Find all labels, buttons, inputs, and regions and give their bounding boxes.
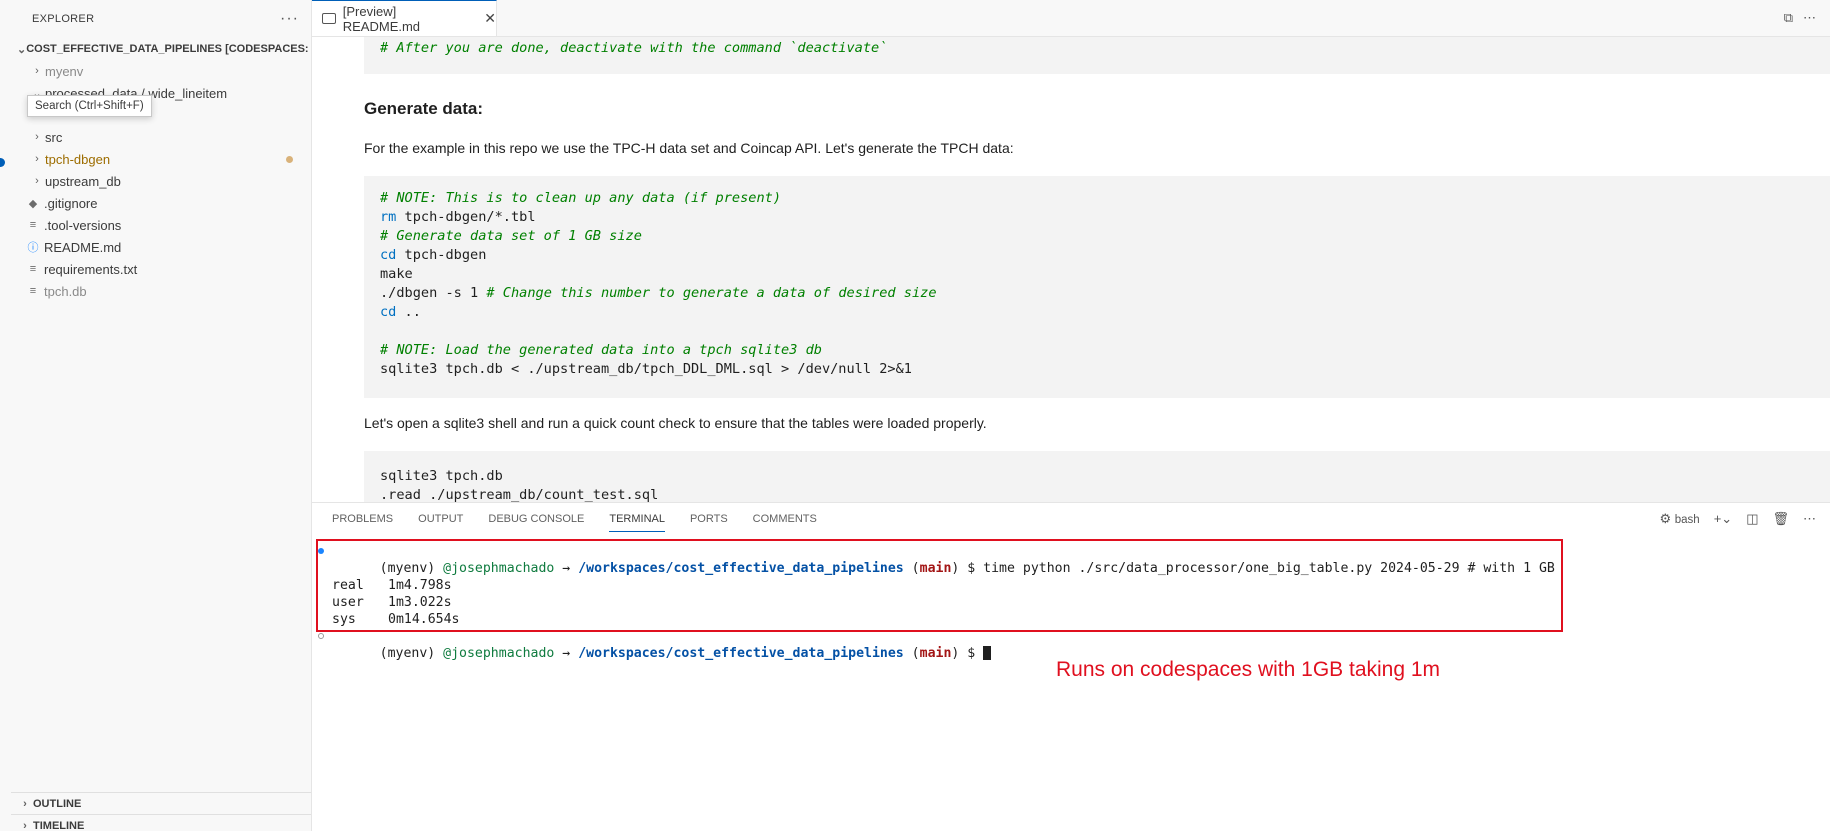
terminal-shell-selector[interactable]: ⚙ bash — [1659, 511, 1699, 527]
code-block-sqlite: sqlite3 tpch.db .read ./upstream_db/coun… — [364, 451, 1830, 502]
code-block-generate: # NOTE: This is to clean up any data (if… — [364, 176, 1830, 398]
open-source-icon[interactable]: ⧉ — [1784, 10, 1793, 26]
accounts-badge[interactable] — [0, 158, 5, 167]
editor-actions: ⧉ ⋯ — [1784, 10, 1816, 26]
chevron-right-icon: › — [35, 175, 39, 187]
code-line: # NOTE: Load the generated data into a t… — [380, 342, 822, 358]
editor-tab-bar: [Preview] README.md ✕ ⧉ ⋯ — [312, 0, 1830, 37]
code-line: cd tpch-dbgen — [380, 247, 487, 263]
file-lines-icon: ≡ — [29, 263, 37, 275]
tab-readme-preview[interactable]: [Preview] README.md ✕ — [312, 0, 497, 36]
info-icon: ⓘ — [27, 242, 39, 254]
chevron-right-icon: › — [35, 65, 39, 77]
git-icon: ◆ — [28, 197, 38, 210]
code-line: .read ./upstream_db/count_test.sql — [380, 487, 659, 502]
tree-item-label: tpch-dbgen — [45, 151, 111, 167]
section-heading: Generate data: — [364, 99, 484, 118]
tab-output[interactable]: OUTPUT — [418, 503, 463, 535]
tree-item-label: .gitignore — [44, 195, 98, 211]
tree-item-label: README.md — [44, 239, 122, 255]
trash-icon[interactable]: 🗑 — [1772, 511, 1789, 527]
prompt-symbol: $ — [967, 646, 976, 661]
tree-item-label: requirements.txt — [44, 261, 138, 277]
panel-tabs: PROBLEMS OUTPUT DEBUG CONSOLE TERMINAL P… — [312, 503, 1830, 535]
chevron-right-icon: › — [35, 131, 39, 143]
markdown-preview: # After you are done, deactivate with th… — [312, 37, 1830, 502]
code-line: # Generate data set of 1 GB size — [380, 228, 642, 244]
file-lines-icon: ≡ — [29, 219, 37, 231]
chevron-right-icon: › — [23, 797, 27, 810]
tree-item-label: .tool-versions — [44, 217, 122, 233]
code-line: make — [380, 266, 413, 282]
explorer-title: EXPLORER — [32, 13, 95, 25]
annotation-text: Runs on codespaces with 1GB taking 1m — [1056, 658, 1441, 681]
workspace-title[interactable]: ⌄ COST_EFFECTIVE_DATA_PIPELINES [CODESPA… — [11, 38, 311, 60]
tree-item-upstream-db[interactable]: › upstream_db — [11, 170, 311, 192]
tree-item-label: tpch.db — [44, 283, 87, 299]
highlight-box — [316, 539, 1563, 632]
branch-paren-open: ( — [911, 646, 920, 661]
terminal-icon: ⚙ — [1659, 511, 1672, 526]
code-line: sqlite3 tpch.db — [380, 468, 503, 484]
chevron-right-icon: › — [35, 153, 39, 165]
code-line: ./dbgen -s 1 # Change this number to gen… — [380, 285, 937, 301]
tab-debug-console[interactable]: DEBUG CONSOLE — [488, 503, 584, 535]
timeline-label: TIMELINE — [33, 819, 85, 832]
terminal-cursor — [983, 646, 992, 660]
tab-comments[interactable]: COMMENTS — [753, 503, 817, 535]
modified-indicator — [286, 156, 293, 163]
more-actions-icon[interactable]: ⋯ — [1803, 511, 1816, 527]
tree-item-tool-versions[interactable]: ≡ .tool-versions — [11, 214, 311, 236]
outline-label: OUTLINE — [33, 797, 82, 810]
add-terminal-icon[interactable]: +⌄ — [1714, 511, 1732, 527]
branch-label: main — [919, 646, 952, 661]
user-label: @josephmachado — [443, 646, 555, 661]
preview-icon — [322, 13, 336, 24]
panel-actions: ⚙ bash +⌄ ◫ 🗑 ⋯ — [1659, 511, 1816, 527]
code-line: rm tpch-dbgen/*.tbl — [380, 209, 536, 225]
explorer-sidebar: EXPLORER ··· ⌄ COST_EFFECTIVE_DATA_PIPEL… — [11, 0, 312, 832]
more-actions-icon[interactable]: ⋯ — [1803, 10, 1816, 26]
chevron-right-icon: › — [23, 819, 27, 832]
code-line: cd .. — [380, 304, 421, 320]
close-icon[interactable]: ✕ — [484, 10, 496, 27]
more-actions-icon[interactable]: ··· — [280, 10, 299, 28]
command-decoration[interactable] — [318, 633, 324, 639]
file-lines-icon: ≡ — [29, 285, 37, 297]
tree-item-requirements[interactable]: ≡ requirements.txt — [11, 258, 311, 280]
tab-label: [Preview] README.md — [342, 3, 421, 34]
tab-problems[interactable]: PROBLEMS — [332, 503, 393, 535]
branch-paren-close: ) — [951, 646, 960, 661]
tree-item-label: src — [45, 129, 63, 145]
tree-item-gitignore[interactable]: ◆ .gitignore — [11, 192, 311, 214]
code-line: sqlite3 tpch.db < ./upstream_db/tpch_DDL… — [380, 361, 912, 377]
tab-ports[interactable]: PORTS — [690, 503, 728, 535]
tab-terminal[interactable]: TERMINAL — [609, 503, 665, 535]
outline-section[interactable]: › OUTLINE — [11, 792, 311, 814]
tree-item-tpch-db[interactable]: ≡ tpch.db — [11, 280, 311, 302]
tree-item-src[interactable]: › src — [11, 126, 311, 148]
path-label: /workspaces/cost_effective_data_pipeline… — [578, 646, 904, 661]
search-tooltip: Search (Ctrl+Shift+F) — [27, 95, 152, 117]
tree-item-label: upstream_db — [45, 173, 121, 189]
arrow-glyph: → — [562, 646, 571, 661]
paragraph-count-check: Let's open a sqlite3 shell and run a qui… — [364, 415, 987, 431]
workspace-name: COST_EFFECTIVE_DATA_PIPELINES [CODESPACE… — [26, 43, 311, 55]
timeline-section[interactable]: › TIMELINE — [11, 814, 311, 836]
tree-item-myenv[interactable]: › myenv — [11, 60, 311, 82]
shell-name: bash — [1674, 514, 1700, 526]
code-block-top: # After you are done, deactivate with th… — [364, 37, 1830, 74]
chevron-down-icon: ⌄ — [17, 43, 27, 56]
paragraph-intro: For the example in this repo we use the … — [364, 140, 1014, 156]
code-line: # After you are done, deactivate with th… — [380, 40, 888, 56]
code-line: # NOTE: This is to clean up any data (if… — [380, 190, 782, 206]
tree-item-label: myenv — [45, 63, 84, 79]
split-terminal-icon[interactable]: ◫ — [1746, 511, 1758, 527]
venv-label: (myenv) — [379, 646, 436, 661]
explorer-header: EXPLORER ··· — [11, 0, 311, 38]
bottom-panel: PROBLEMS OUTPUT DEBUG CONSOLE TERMINAL P… — [312, 502, 1830, 832]
tree-item-readme[interactable]: ⓘ README.md — [11, 236, 311, 258]
tree-item-tpch-dbgen[interactable]: › tpch-dbgen — [11, 148, 311, 170]
